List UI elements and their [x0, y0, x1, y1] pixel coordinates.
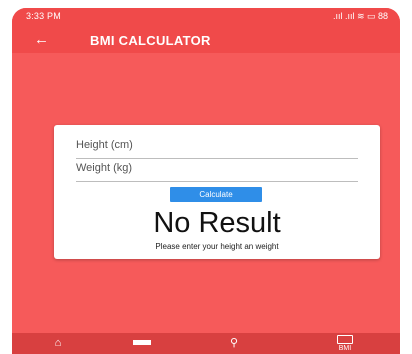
nav-item-search[interactable]: ⚲ — [224, 333, 244, 354]
nav-item-home[interactable]: ⌂ — [48, 333, 68, 354]
bmi-icon — [337, 335, 353, 344]
status-bar: 3:33 PM .ııl .ııl ≋ ▭ 88 — [12, 8, 400, 26]
search-icon: ⚲ — [229, 337, 239, 349]
history-icon — [133, 340, 151, 345]
bottom-nav: ⌂ ⚲ BMI — [12, 333, 400, 354]
result-value: No Result — [153, 207, 281, 239]
phone-screen: 3:33 PM .ııl .ııl ≋ ▭ 88 ← BMI CALCULATO… — [12, 8, 400, 354]
nav-bmi-label: BMI — [338, 345, 352, 352]
app-bar: ← BMI CALCULATOR — [12, 26, 400, 53]
nav-item-bmi[interactable]: BMI — [330, 333, 360, 354]
status-time: 3:33 PM — [26, 11, 61, 21]
weight-input[interactable]: Weight (kg) — [76, 159, 358, 182]
height-input[interactable]: Height (cm) — [76, 136, 358, 159]
bmi-card: Height (cm) Weight (kg) Calculate No Res… — [54, 125, 380, 259]
result-message: Please enter your height an weight — [155, 242, 279, 251]
home-icon: ⌂ — [54, 337, 62, 349]
status-icons: .ııl .ııl ≋ ▭ 88 — [332, 11, 388, 21]
page-title: BMI CALCULATOR — [90, 33, 211, 48]
nav-item-history[interactable] — [130, 333, 154, 354]
calculate-button[interactable]: Calculate — [170, 187, 262, 202]
arrow-left-icon[interactable]: ← — [34, 32, 49, 47]
